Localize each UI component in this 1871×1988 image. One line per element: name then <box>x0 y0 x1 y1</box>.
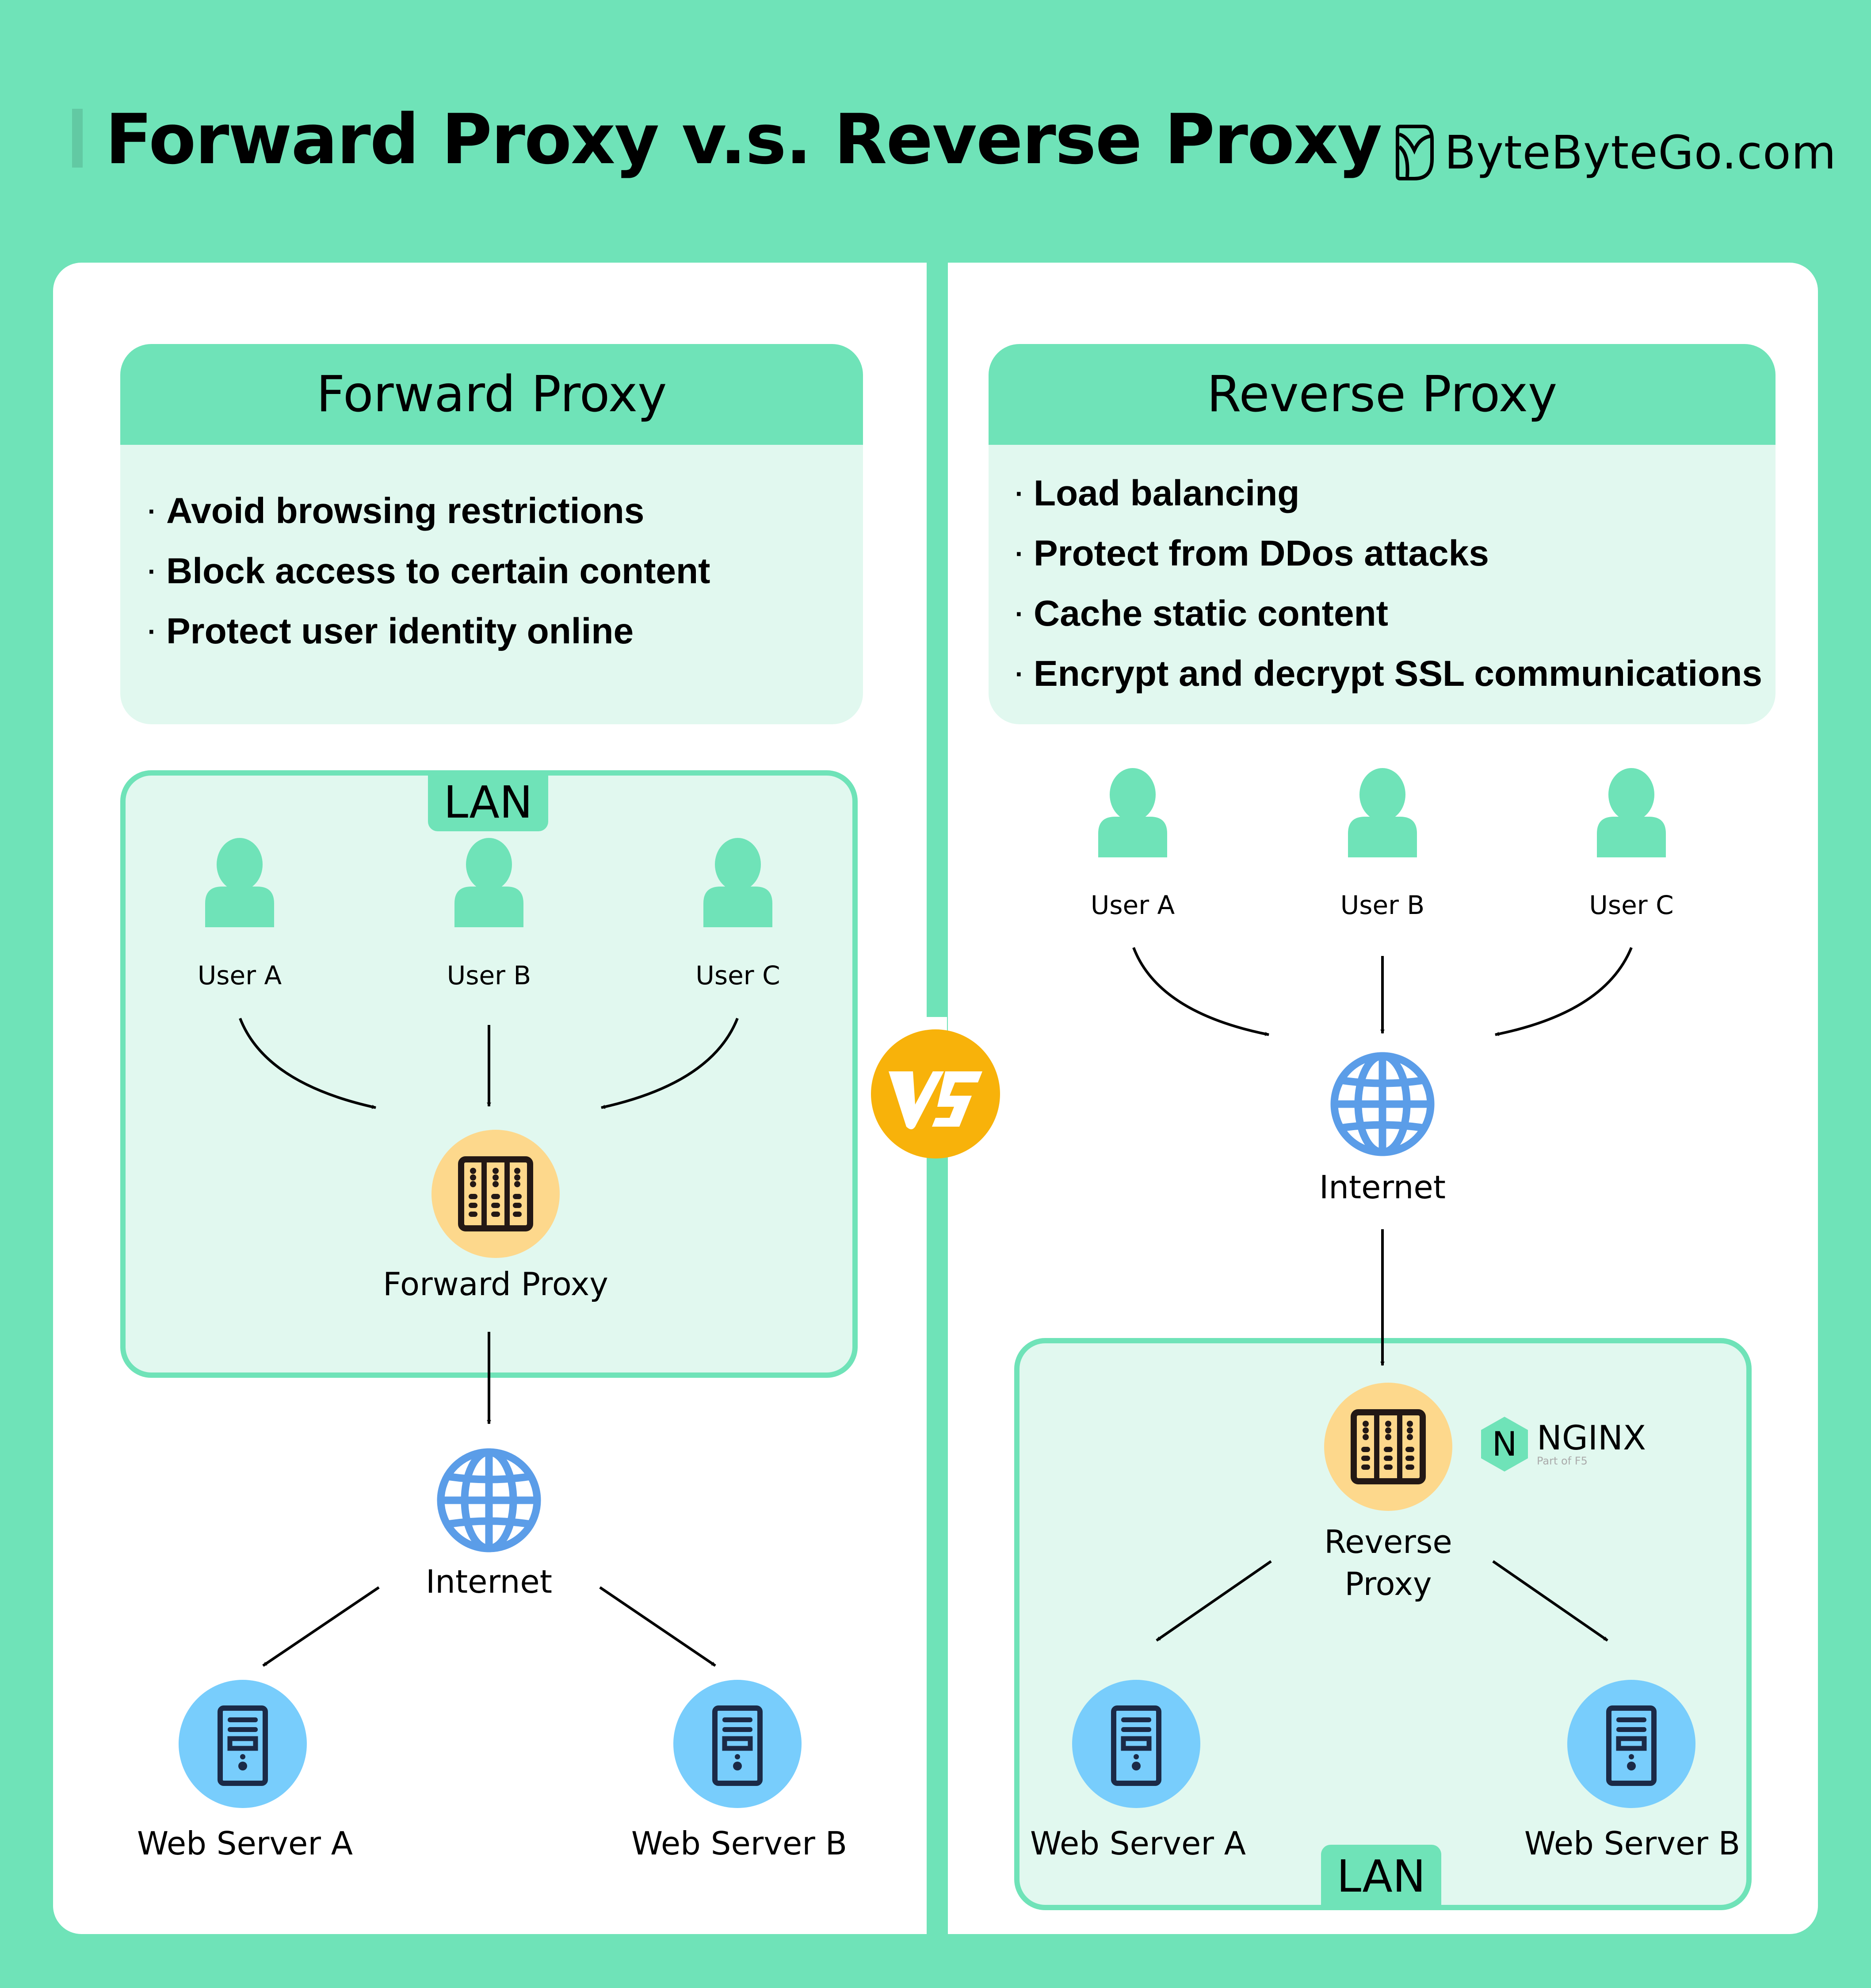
nginx-hexagon-icon: N <box>1481 1417 1528 1472</box>
user-b-icon <box>454 838 523 927</box>
diagram-graphics <box>0 768 1871 1988</box>
arrow-proxy-to-server-b <box>1492 1560 1608 1642</box>
reverse-proxy-label: Reverse Proxy <box>1324 1523 1452 1602</box>
reverse-web-server-a-icon <box>1072 1680 1200 1808</box>
forward-internet-label: Internet <box>426 1563 552 1600</box>
nginx-logo: N NGINX Part of F5 <box>1478 1415 1646 1473</box>
svg-text:N: N <box>1492 1424 1517 1464</box>
user-b-icon <box>1348 768 1417 857</box>
arrow-internet-to-server-a <box>262 1586 380 1667</box>
arrow-user-a-to-internet <box>1132 947 1269 1036</box>
forward-web-server-a-label: Web Server A <box>137 1825 353 1862</box>
user-b-label: User B <box>1340 890 1425 920</box>
arrow-user-c-to-proxy <box>601 1017 739 1109</box>
reverse-web-server-a-label: Web Server A <box>1030 1825 1246 1862</box>
reverse-globe-icon <box>1334 1056 1431 1152</box>
arrow-internet-to-server-b <box>599 1586 716 1667</box>
reverse-internet-label: Internet <box>1319 1169 1446 1206</box>
arrow-user-a-to-proxy <box>239 1017 376 1109</box>
reverse-web-server-b-label: Web Server B <box>1524 1825 1741 1862</box>
user-b-label: User B <box>447 960 531 990</box>
user-c-label: User C <box>695 960 780 990</box>
forward-proxy-server-rack-icon <box>431 1130 560 1258</box>
nginx-name: NGINX <box>1537 1418 1646 1457</box>
user-a-icon <box>1098 768 1167 857</box>
user-c-icon <box>703 838 772 927</box>
reverse-proxy-server-rack-icon <box>1324 1383 1452 1511</box>
forward-web-server-b-icon <box>673 1680 802 1808</box>
arrow-user-c-to-internet <box>1495 947 1633 1036</box>
user-a-label: User A <box>1090 890 1175 920</box>
reverse-web-server-b-icon <box>1567 1680 1695 1808</box>
user-c-label: User C <box>1589 890 1674 920</box>
user-a-label: User A <box>197 960 282 990</box>
forward-web-server-a-icon <box>179 1680 307 1808</box>
user-c-icon <box>1597 768 1666 857</box>
forward-globe-icon <box>441 1452 537 1548</box>
forward-proxy-label: Forward Proxy <box>383 1265 608 1303</box>
forward-web-server-b-label: Web Server B <box>631 1825 848 1862</box>
arrow-proxy-to-server-a <box>1156 1560 1272 1642</box>
user-a-icon <box>205 838 274 927</box>
vs-badge: VS <box>871 1029 1000 1158</box>
